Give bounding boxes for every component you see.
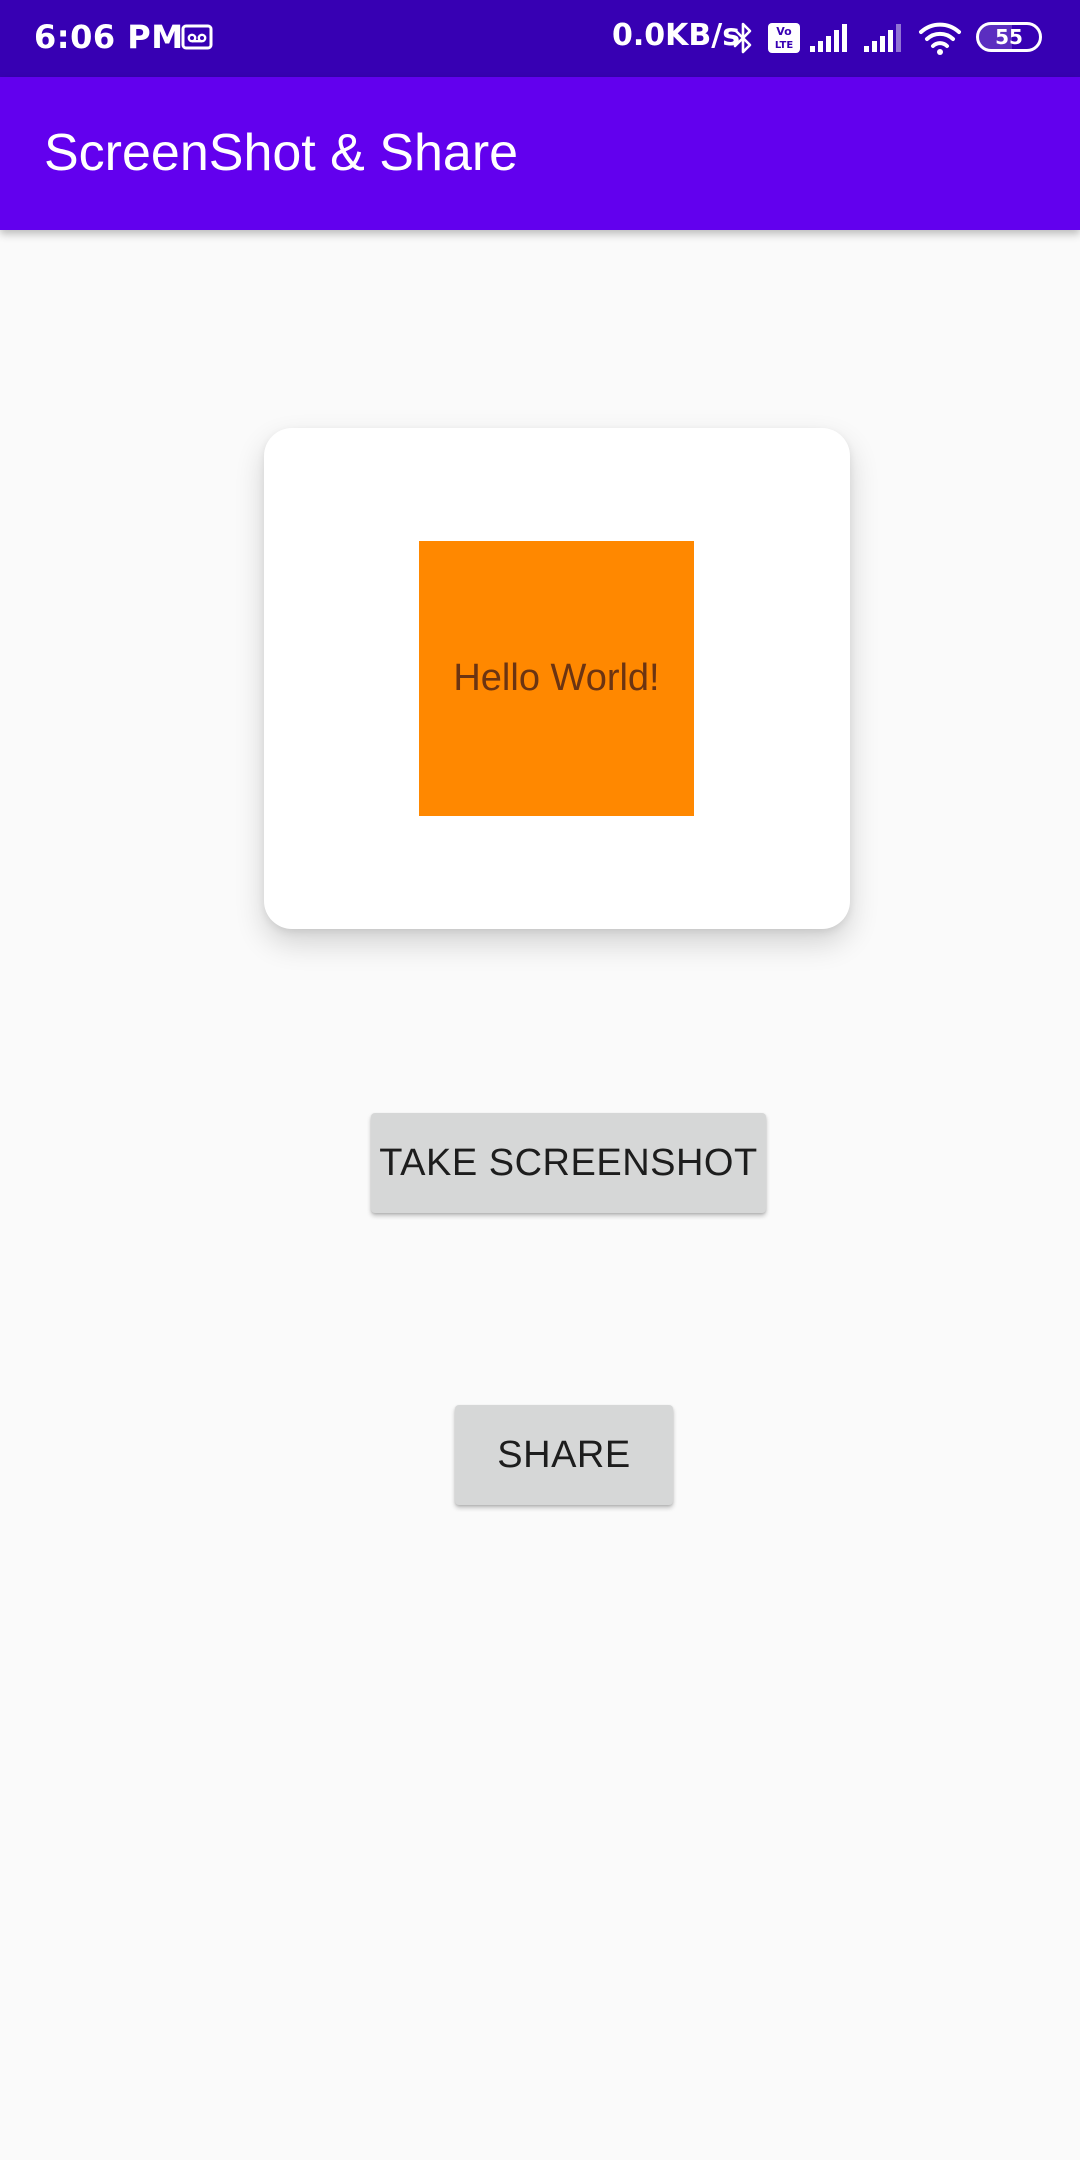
battery-icon: 55 xyxy=(976,22,1042,52)
take-screenshot-label: TAKE SCREENSHOT xyxy=(379,1141,758,1184)
status-time: 6:06 PM xyxy=(34,18,184,56)
hello-world-box: Hello World! xyxy=(419,541,694,816)
share-button[interactable]: SHARE xyxy=(455,1405,673,1505)
signal-icon xyxy=(810,24,847,52)
voicemail-icon xyxy=(181,24,213,50)
app-title: ScreenShot & Share xyxy=(44,124,519,182)
network-speed: 0.0KB/s xyxy=(612,18,741,53)
battery-level: 55 xyxy=(995,25,1023,49)
volte-icon: Vo LTE xyxy=(768,23,800,53)
screenshot-card: Hello World! xyxy=(264,428,850,929)
app-bar: ScreenShot & Share xyxy=(0,77,1080,230)
hello-world-text: Hello World! xyxy=(453,657,660,699)
take-screenshot-button[interactable]: TAKE SCREENSHOT xyxy=(371,1113,766,1213)
svg-text:LTE: LTE xyxy=(775,40,794,51)
status-bar: 6:06 PM 0.0KB/s Vo LTE 55 xyxy=(0,0,1080,77)
bluetooth-icon xyxy=(733,22,752,54)
share-label: SHARE xyxy=(497,1433,631,1476)
wifi-icon xyxy=(919,22,961,55)
svg-text:Vo: Vo xyxy=(776,25,792,38)
signal-icon xyxy=(864,24,901,52)
